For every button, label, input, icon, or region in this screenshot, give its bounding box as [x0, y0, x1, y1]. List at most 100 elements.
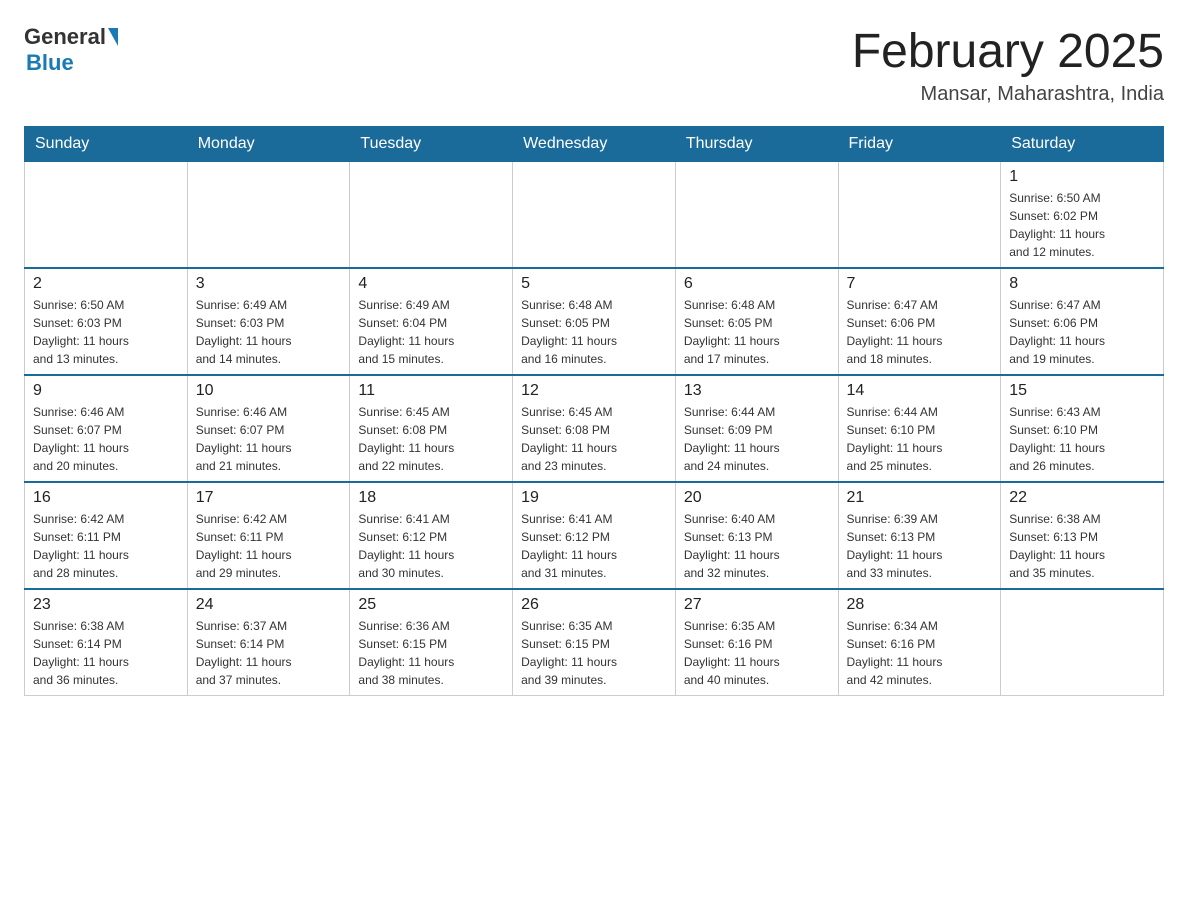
- day-info: Sunrise: 6:47 AMSunset: 6:06 PMDaylight:…: [847, 296, 993, 368]
- day-info: Sunrise: 6:42 AMSunset: 6:11 PMDaylight:…: [196, 510, 342, 582]
- calendar-cell: 24 Sunrise: 6:37 AMSunset: 6:14 PMDayligh…: [187, 589, 350, 696]
- calendar-cell: 13 Sunrise: 6:44 AMSunset: 6:09 PMDayligh…: [675, 375, 838, 482]
- day-number: 11: [358, 382, 504, 400]
- calendar-cell: [187, 162, 350, 269]
- calendar-cell: 16 Sunrise: 6:42 AMSunset: 6:11 PMDayligh…: [25, 482, 188, 589]
- day-info: Sunrise: 6:42 AMSunset: 6:11 PMDaylight:…: [33, 510, 179, 582]
- day-info: Sunrise: 6:48 AMSunset: 6:05 PMDaylight:…: [521, 296, 667, 368]
- calendar-week-row: 2 Sunrise: 6:50 AMSunset: 6:03 PMDaylight…: [25, 268, 1164, 375]
- calendar-week-row: 1 Sunrise: 6:50 AMSunset: 6:02 PMDaylight…: [25, 162, 1164, 269]
- calendar-cell: 7Sunrise: 6:47 AMSunset: 6:06 PMDaylight…: [838, 268, 1001, 375]
- calendar-cell: [675, 162, 838, 269]
- calendar-header-sunday: Sunday: [25, 127, 188, 162]
- calendar-cell: 11Sunrise: 6:45 AMSunset: 6:08 PMDayligh…: [350, 375, 513, 482]
- day-info: Sunrise: 6:39 AMSunset: 6:13 PMDaylight:…: [847, 510, 993, 582]
- calendar-cell: 1 Sunrise: 6:50 AMSunset: 6:02 PMDaylight…: [1001, 162, 1164, 269]
- day-number: 2: [33, 275, 179, 293]
- calendar-cell: 14 Sunrise: 6:44 AMSunset: 6:10 PMDayligh…: [838, 375, 1001, 482]
- calendar-header-monday: Monday: [187, 127, 350, 162]
- day-number: 5: [521, 275, 667, 293]
- calendar-cell: 4 Sunrise: 6:49 AMSunset: 6:04 PMDaylight…: [350, 268, 513, 375]
- day-number: 13: [684, 382, 830, 400]
- day-info: Sunrise: 6:41 AMSunset: 6:12 PMDaylight:…: [358, 510, 504, 582]
- calendar-cell: [350, 162, 513, 269]
- day-number: 17: [196, 489, 342, 507]
- day-number: 20: [684, 489, 830, 507]
- day-info: Sunrise: 6:46 AMSunset: 6:07 PMDaylight:…: [196, 403, 342, 475]
- day-info: Sunrise: 6:50 AMSunset: 6:03 PMDaylight:…: [33, 296, 179, 368]
- day-number: 24: [196, 596, 342, 614]
- calendar-cell: 12 Sunrise: 6:45 AMSunset: 6:08 PMDayligh…: [513, 375, 676, 482]
- location-text: Mansar, Maharashtra, India: [852, 83, 1164, 106]
- calendar-cell: 26 Sunrise: 6:35 AMSunset: 6:15 PMDayligh…: [513, 589, 676, 696]
- day-info: Sunrise: 6:43 AMSunset: 6:10 PMDaylight:…: [1009, 403, 1155, 475]
- day-info: Sunrise: 6:47 AMSunset: 6:06 PMDaylight:…: [1009, 296, 1155, 368]
- day-number: 14: [847, 382, 993, 400]
- day-info: Sunrise: 6:50 AMSunset: 6:02 PMDaylight:…: [1009, 189, 1155, 261]
- day-info: Sunrise: 6:38 AMSunset: 6:14 PMDaylight:…: [33, 617, 179, 689]
- title-block: February 2025 Mansar, Maharashtra, India: [852, 24, 1164, 106]
- calendar-cell: 5 Sunrise: 6:48 AMSunset: 6:05 PMDaylight…: [513, 268, 676, 375]
- calendar-header-row: SundayMondayTuesdayWednesdayThursdayFrid…: [25, 127, 1164, 162]
- calendar-header-friday: Friday: [838, 127, 1001, 162]
- day-info: Sunrise: 6:35 AMSunset: 6:15 PMDaylight:…: [521, 617, 667, 689]
- calendar-cell: 21 Sunrise: 6:39 AMSunset: 6:13 PMDayligh…: [838, 482, 1001, 589]
- calendar-cell: [1001, 589, 1164, 696]
- day-number: 8: [1009, 275, 1155, 293]
- day-info: Sunrise: 6:41 AMSunset: 6:12 PMDaylight:…: [521, 510, 667, 582]
- day-number: 18: [358, 489, 504, 507]
- calendar-cell: 22Sunrise: 6:38 AMSunset: 6:13 PMDayligh…: [1001, 482, 1164, 589]
- calendar-cell: 19 Sunrise: 6:41 AMSunset: 6:12 PMDayligh…: [513, 482, 676, 589]
- calendar-cell: 6 Sunrise: 6:48 AMSunset: 6:05 PMDaylight…: [675, 268, 838, 375]
- day-info: Sunrise: 6:44 AMSunset: 6:09 PMDaylight:…: [684, 403, 830, 475]
- day-number: 26: [521, 596, 667, 614]
- calendar-cell: 10 Sunrise: 6:46 AMSunset: 6:07 PMDayligh…: [187, 375, 350, 482]
- logo-arrow-icon: [108, 28, 118, 46]
- day-number: 21: [847, 489, 993, 507]
- day-number: 15: [1009, 382, 1155, 400]
- calendar-week-row: 9 Sunrise: 6:46 AMSunset: 6:07 PMDaylight…: [25, 375, 1164, 482]
- day-info: Sunrise: 6:48 AMSunset: 6:05 PMDaylight:…: [684, 296, 830, 368]
- day-number: 25: [358, 596, 504, 614]
- calendar-header-thursday: Thursday: [675, 127, 838, 162]
- calendar-cell: 20Sunrise: 6:40 AMSunset: 6:13 PMDayligh…: [675, 482, 838, 589]
- day-number: 10: [196, 382, 342, 400]
- day-number: 23: [33, 596, 179, 614]
- calendar-table: SundayMondayTuesdayWednesdayThursdayFrid…: [24, 126, 1164, 696]
- day-info: Sunrise: 6:49 AMSunset: 6:04 PMDaylight:…: [358, 296, 504, 368]
- day-number: 6: [684, 275, 830, 293]
- calendar-cell: [25, 162, 188, 269]
- day-number: 28: [847, 596, 993, 614]
- day-info: Sunrise: 6:34 AMSunset: 6:16 PMDaylight:…: [847, 617, 993, 689]
- day-number: 22: [1009, 489, 1155, 507]
- day-number: 16: [33, 489, 179, 507]
- day-info: Sunrise: 6:35 AMSunset: 6:16 PMDaylight:…: [684, 617, 830, 689]
- calendar-cell: 18 Sunrise: 6:41 AMSunset: 6:12 PMDayligh…: [350, 482, 513, 589]
- calendar-cell: 17 Sunrise: 6:42 AMSunset: 6:11 PMDayligh…: [187, 482, 350, 589]
- day-number: 27: [684, 596, 830, 614]
- month-title: February 2025: [852, 24, 1164, 79]
- calendar-cell: 27 Sunrise: 6:35 AMSunset: 6:16 PMDayligh…: [675, 589, 838, 696]
- day-info: Sunrise: 6:36 AMSunset: 6:15 PMDaylight:…: [358, 617, 504, 689]
- day-number: 4: [358, 275, 504, 293]
- day-number: 19: [521, 489, 667, 507]
- calendar-header-wednesday: Wednesday: [513, 127, 676, 162]
- day-info: Sunrise: 6:37 AMSunset: 6:14 PMDaylight:…: [196, 617, 342, 689]
- day-info: Sunrise: 6:45 AMSunset: 6:08 PMDaylight:…: [521, 403, 667, 475]
- day-number: 1: [1009, 168, 1155, 186]
- calendar-cell: [513, 162, 676, 269]
- day-number: 12: [521, 382, 667, 400]
- logo-general-text: General: [24, 24, 106, 50]
- calendar-cell: 3Sunrise: 6:49 AMSunset: 6:03 PMDaylight…: [187, 268, 350, 375]
- day-info: Sunrise: 6:44 AMSunset: 6:10 PMDaylight:…: [847, 403, 993, 475]
- day-number: 9: [33, 382, 179, 400]
- page-header: General Blue February 2025 Mansar, Mahar…: [24, 24, 1164, 106]
- calendar-cell: 2 Sunrise: 6:50 AMSunset: 6:03 PMDaylight…: [25, 268, 188, 375]
- day-number: 3: [196, 275, 342, 293]
- logo-blue-text: Blue: [26, 50, 74, 75]
- calendar-cell: 9Sunrise: 6:46 AMSunset: 6:07 PMDaylight…: [25, 375, 188, 482]
- calendar-header-saturday: Saturday: [1001, 127, 1164, 162]
- calendar-cell: 25 Sunrise: 6:36 AMSunset: 6:15 PMDayligh…: [350, 589, 513, 696]
- calendar-cell: 28 Sunrise: 6:34 AMSunset: 6:16 PMDayligh…: [838, 589, 1001, 696]
- calendar-week-row: 16 Sunrise: 6:42 AMSunset: 6:11 PMDayligh…: [25, 482, 1164, 589]
